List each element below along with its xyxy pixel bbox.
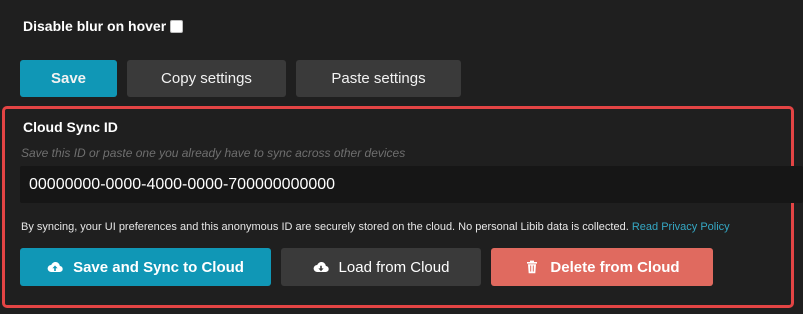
- paste-settings-button[interactable]: Paste settings: [296, 60, 461, 97]
- disable-blur-checkbox[interactable]: [170, 19, 184, 33]
- save-button-label: Save: [50, 70, 87, 87]
- save-and-sync-button[interactable]: Save and Sync to Cloud: [20, 248, 271, 286]
- save-button[interactable]: Save: [20, 60, 117, 97]
- load-from-cloud-label: Load from Cloud: [338, 258, 450, 276]
- settings-panel: Disable blur on hover Save Copy settings…: [0, 0, 803, 314]
- privacy-notice-text: By syncing, your UI preferences and this…: [21, 221, 629, 233]
- save-and-sync-label: Save and Sync to Cloud: [73, 258, 244, 276]
- paste-settings-label: Paste settings: [331, 70, 426, 87]
- sync-id-input[interactable]: [20, 166, 803, 203]
- privacy-notice: By syncing, your UI preferences and this…: [21, 221, 730, 233]
- cloud-download-icon: [313, 259, 329, 275]
- copy-settings-button[interactable]: Copy settings: [127, 60, 286, 97]
- disable-blur-row[interactable]: Disable blur on hover: [23, 18, 184, 34]
- cloud-upload-icon: [47, 259, 63, 275]
- delete-from-cloud-label: Delete from Cloud: [550, 258, 680, 276]
- copy-settings-label: Copy settings: [161, 70, 252, 87]
- privacy-policy-link[interactable]: Read Privacy Policy: [632, 221, 730, 233]
- load-from-cloud-button[interactable]: Load from Cloud: [281, 248, 481, 286]
- cloud-sync-title: Cloud Sync ID: [23, 119, 118, 135]
- cloud-sync-hint: Save this ID or paste one you already ha…: [21, 146, 406, 160]
- delete-from-cloud-button[interactable]: Delete from Cloud: [491, 248, 713, 286]
- trash-icon: [524, 259, 540, 275]
- disable-blur-label: Disable blur on hover: [23, 18, 167, 34]
